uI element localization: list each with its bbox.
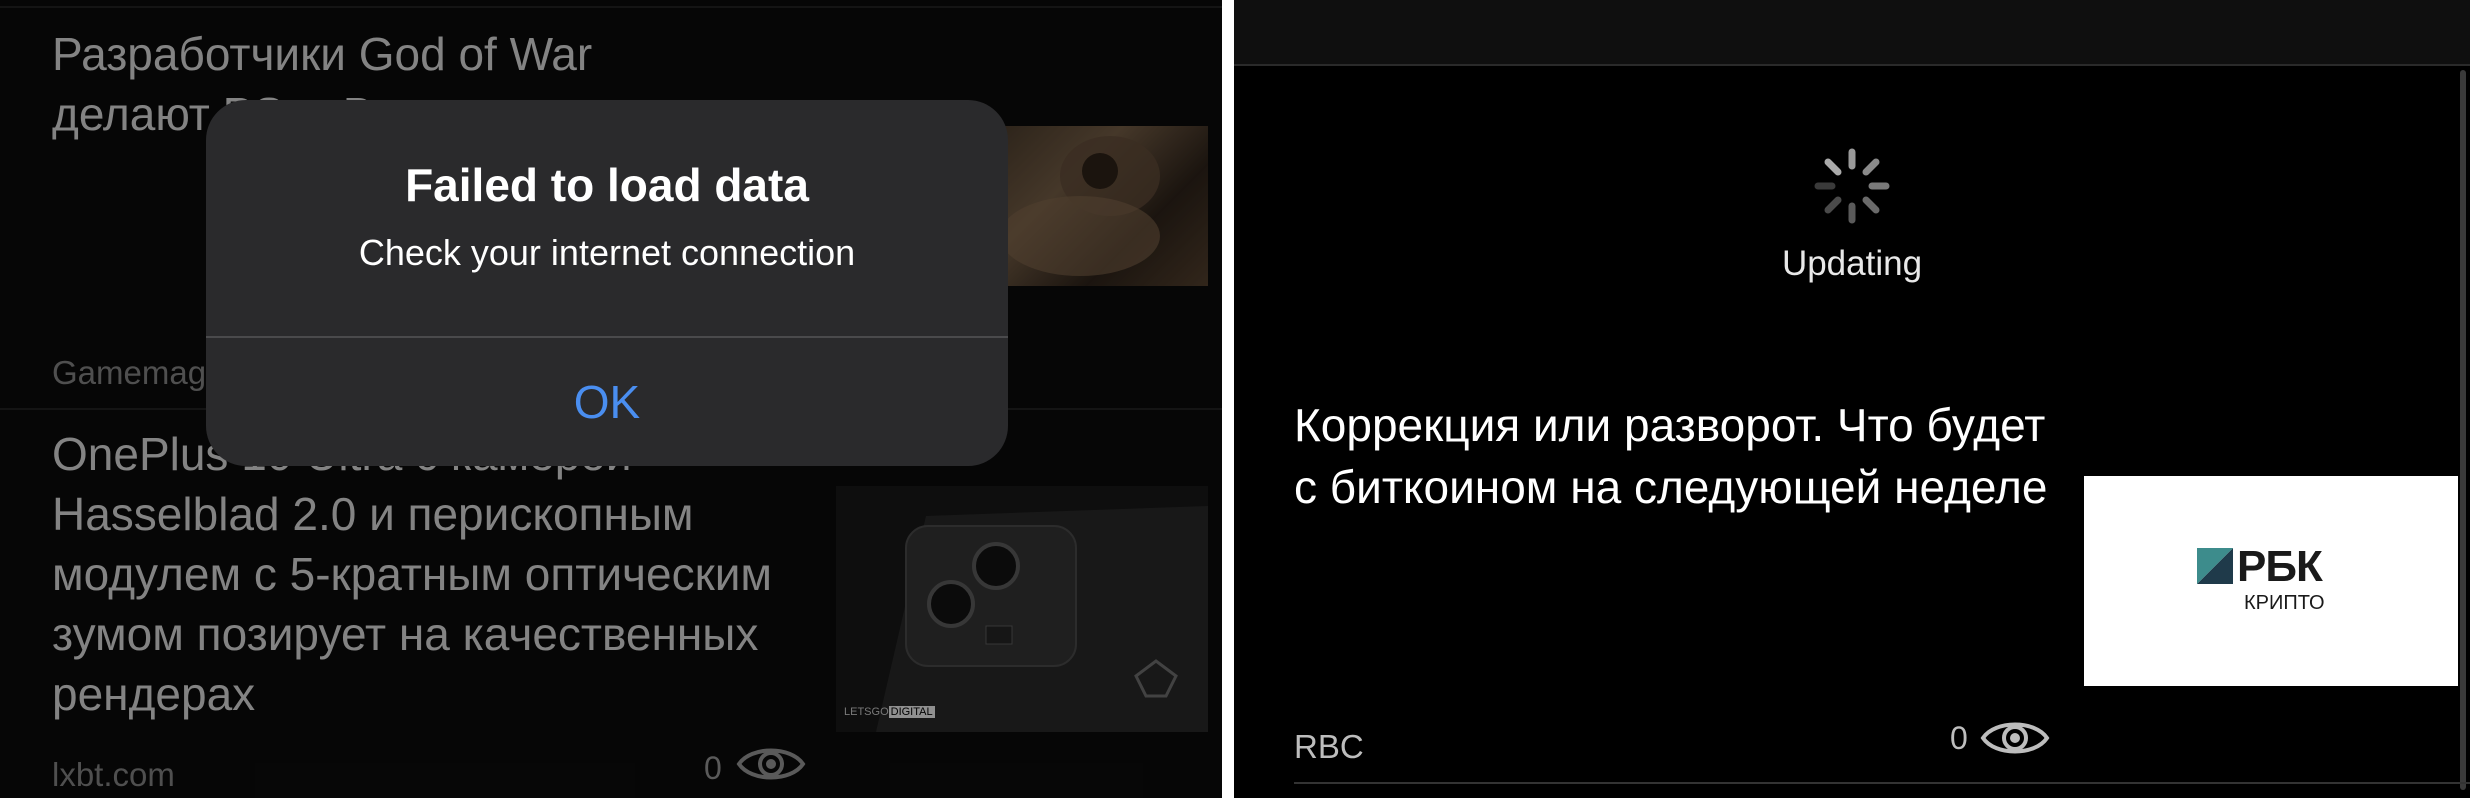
- rbk-logo-text: РБК: [2237, 542, 2323, 591]
- alert-title: Failed to load data: [405, 159, 809, 211]
- updating-status: Updating: [1781, 244, 1923, 283]
- news-feed-left: Разработчики God of War делают PS… Вышел…: [0, 0, 1222, 798]
- alert-message: Check your internet connection: [358, 232, 856, 273]
- divider: [1294, 782, 2470, 784]
- screenshot-divider: [1222, 0, 1234, 798]
- eye-icon: [1980, 722, 2050, 754]
- ok-button[interactable]: OK: [206, 338, 1008, 466]
- rbk-logo-subtext: КРИПТО: [2244, 592, 2325, 614]
- top-bar: [1234, 0, 2470, 64]
- news-feed-right: Updating Коррекция или разворот. Что буд…: [1234, 0, 2470, 798]
- scrollbar[interactable]: [2460, 70, 2466, 790]
- rbk-logo: [2197, 548, 2233, 584]
- view-count: 0: [1950, 720, 1968, 756]
- article-thumbnail: РБК КРИПТО: [2084, 476, 2458, 686]
- divider: [1234, 64, 2470, 66]
- spinner-icon: [1814, 148, 1890, 224]
- error-alert-dialog: Failed to load data Check your internet …: [206, 100, 1008, 466]
- article-source: RBC: [1294, 728, 1364, 765]
- article-title: Коррекция или разворот. Что будет с битк…: [1294, 399, 2048, 513]
